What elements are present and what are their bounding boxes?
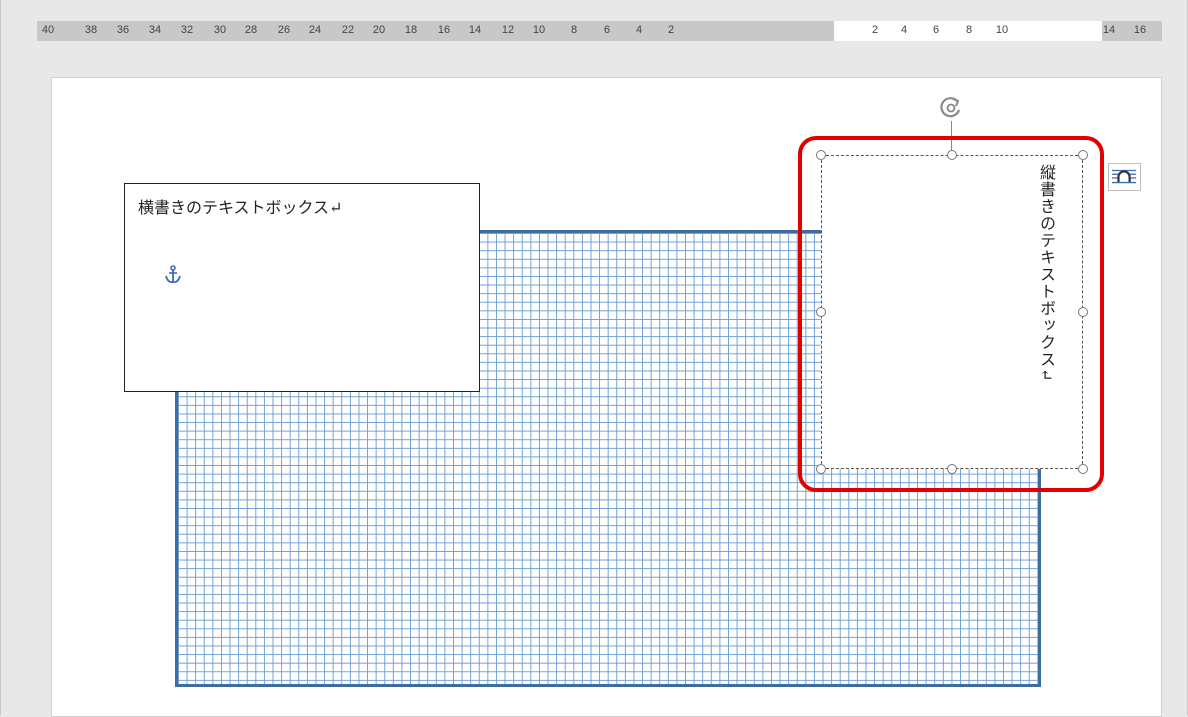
ruler-tick: 8 [965, 24, 973, 36]
ruler-tick: 36 [116, 24, 130, 36]
ruler-tick: 40 [41, 24, 55, 36]
ruler-tick: 16 [437, 24, 451, 36]
ruler-tick: 10 [532, 24, 546, 36]
ruler-tick: 12 [501, 24, 515, 36]
ruler-tick: 14 [1102, 24, 1116, 36]
horizontal-textbox[interactable]: 横書きのテキストボックス↵ [124, 183, 480, 392]
document-window: 40 38 36 34 32 30 28 26 24 22 20 18 16 1… [0, 0, 1188, 717]
ruler-tick: 28 [244, 24, 258, 36]
ruler-tick: 6 [603, 24, 611, 36]
ruler-tick: 10 [995, 24, 1009, 36]
ruler-tick: 32 [180, 24, 194, 36]
layout-options-button[interactable] [1108, 163, 1141, 191]
horizontal-ruler[interactable]: 40 38 36 34 32 30 28 26 24 22 20 18 16 1… [37, 21, 1162, 41]
highlight-outline [798, 136, 1104, 492]
ruler-tick: 20 [372, 24, 386, 36]
ruler-tick: 8 [570, 24, 578, 36]
ruler-tick: 6 [932, 24, 940, 36]
anchor-icon[interactable] [164, 265, 182, 285]
ruler-tick: 26 [277, 24, 291, 36]
ruler-tick: 4 [900, 24, 908, 36]
rotate-handle-icon[interactable] [938, 95, 964, 121]
ruler-tick: 38 [84, 24, 98, 36]
ruler-tick: 14 [468, 24, 482, 36]
ruler-tick: 34 [148, 24, 162, 36]
ruler-tick: 22 [341, 24, 355, 36]
ruler-tick: 2 [667, 24, 675, 36]
ruler-tick: 30 [213, 24, 227, 36]
layout-options-icon [1111, 169, 1137, 184]
ruler-tick: 4 [635, 24, 643, 36]
ruler-tick: 24 [308, 24, 322, 36]
ruler-tick: 16 [1133, 24, 1147, 36]
ruler-tick: 18 [404, 24, 418, 36]
ruler-tick: 2 [871, 24, 879, 36]
horizontal-textbox-text[interactable]: 横書きのテキストボックス↵ [138, 194, 342, 218]
